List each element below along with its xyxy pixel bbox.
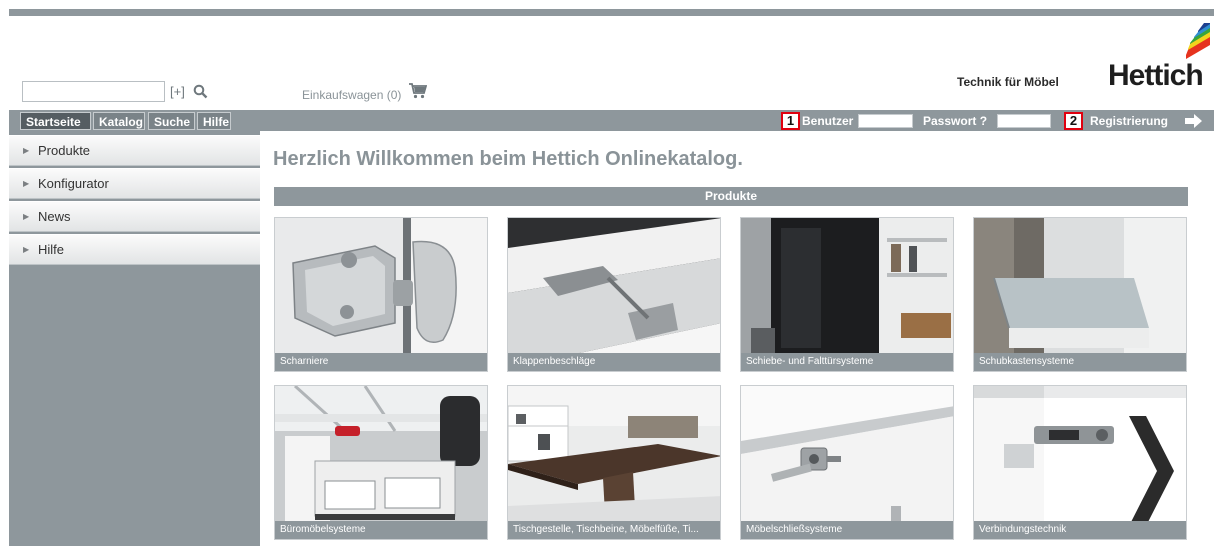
hinge-image (275, 218, 487, 371)
table-frame-image (508, 386, 720, 539)
sidebar-item-label: Hilfe (38, 242, 65, 257)
passwort-input[interactable] (997, 114, 1051, 128)
page-title: Herzlich Willkommen beim Hettich Onlinek… (273, 148, 743, 170)
tile-caption: Schiebe- und Falttürsysteme (741, 353, 953, 371)
tab-startseite[interactable]: Startseite (20, 112, 91, 130)
tile-caption: Verbindungstechnik (974, 521, 1186, 539)
section-header-produkte: Produkte (274, 187, 1188, 206)
tile-caption: Scharniere (275, 353, 487, 371)
tab-hilfe[interactable]: Hilfe (197, 112, 231, 130)
tab-suche[interactable]: Suche (148, 112, 195, 130)
triangle-right-icon: ▶ (23, 245, 30, 254)
triangle-right-icon: ▶ (23, 179, 30, 188)
benutzer-input[interactable] (858, 114, 913, 128)
product-tile-schubkastensysteme[interactable]: Schubkastensysteme (973, 217, 1187, 372)
benutzer-label: Benutzer (802, 114, 854, 128)
search-icon[interactable] (193, 84, 208, 99)
triangle-right-icon: ▶ (23, 146, 30, 155)
product-tile-moebelschliesssysteme[interactable]: Möbelschließsysteme (740, 385, 954, 540)
sidebar-item-news[interactable]: ▶ News (9, 201, 260, 232)
product-tile-verbindungstechnik[interactable]: Verbindungstechnik (973, 385, 1187, 540)
connector-image (974, 386, 1186, 539)
tile-caption: Tischgestelle, Tischbeine, Möbelfüße, Ti… (508, 521, 720, 539)
tagline: Technik für Möbel (957, 75, 1059, 89)
arrow-right-icon[interactable] (1185, 114, 1202, 128)
tile-caption: Schubkastensysteme (974, 353, 1186, 371)
expand-search-link[interactable]: [+] (170, 84, 185, 99)
sidebar-item-label: Konfigurator (38, 176, 109, 191)
triangle-right-icon: ▶ (23, 212, 30, 221)
product-tile-klappenbeschlaege[interactable]: Klappenbeschläge (507, 217, 721, 372)
cart-icon[interactable] (409, 83, 427, 99)
page: [+] Einkaufswagen (0) Technik für Möbel … (0, 0, 1223, 546)
logo-wordmark: Hettich (1108, 59, 1204, 92)
product-tile-scharniere[interactable]: Scharniere (274, 217, 488, 372)
annotation-badge-1: 1 (781, 112, 800, 130)
sliding-door-image (741, 218, 953, 371)
sidebar-item-label: News (38, 209, 71, 224)
passwort-label[interactable]: Passwort ? (923, 114, 987, 128)
product-tile-bueromoebelsysteme[interactable]: Büromöbelsysteme (274, 385, 488, 540)
annotation-badge-2: 2 (1064, 112, 1083, 130)
flap-fitting-image (508, 218, 720, 371)
product-tile-tischgestelle[interactable]: Tischgestelle, Tischbeine, Möbelfüße, Ti… (507, 385, 721, 540)
office-furniture-image (275, 386, 487, 539)
drawer-image (974, 218, 1186, 371)
tile-caption: Klappenbeschläge (508, 353, 720, 371)
product-tile-schiebe-falttuersysteme[interactable]: Schiebe- und Falttürsysteme (740, 217, 954, 372)
furniture-lock-image (741, 386, 953, 539)
sidebar: ▶ Produkte ▶ Konfigurator ▶ News ▶ Hilfe (9, 131, 260, 546)
main-nav-bar: Startseite Katalog Suche Hilfe 1 Benutze… (9, 110, 1214, 131)
registrierung-link[interactable]: Registrierung (1090, 114, 1168, 128)
hettich-logo[interactable]: Hettich (1108, 23, 1212, 93)
sidebar-item-produkte[interactable]: ▶ Produkte (9, 135, 260, 166)
tab-katalog[interactable]: Katalog (93, 112, 145, 130)
sidebar-item-konfigurator[interactable]: ▶ Konfigurator (9, 168, 260, 199)
cart-link[interactable]: Einkaufswagen (0) (302, 88, 401, 102)
top-stripe (9, 9, 1214, 16)
sidebar-item-label: Produkte (38, 143, 91, 158)
sidebar-item-hilfe[interactable]: ▶ Hilfe (9, 234, 260, 265)
search-input[interactable] (22, 81, 165, 102)
tile-caption: Möbelschließsysteme (741, 521, 953, 539)
tile-caption: Büromöbelsysteme (275, 521, 487, 539)
